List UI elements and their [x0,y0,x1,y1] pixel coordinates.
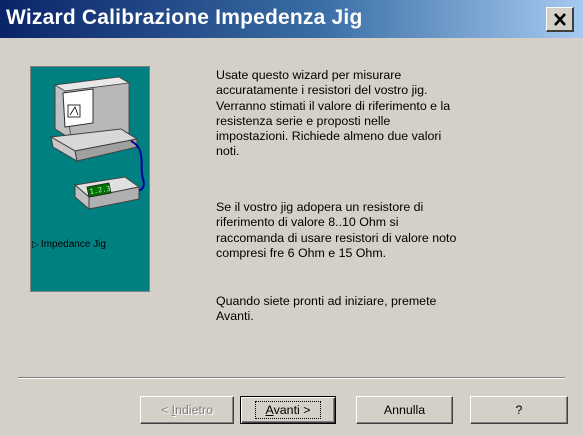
impedance-jig-device-icon: 1.2.3 [73,176,141,211]
resistor-recommendation-paragraph: Se il vostro jig adopera un resistore di… [216,200,486,261]
cancel-button-label: Annulla [383,403,426,417]
impedance-jig-label-text: Impedance Jig [40,239,106,250]
window-title: Wizard Calibrazione Impedenza Jig [6,6,363,29]
text-line: Quando siete pronti ad iniziare, premete [216,294,437,308]
close-icon [553,12,566,26]
wizard-illustration-panel: 1.2.3 ▷ Impedance Jig [30,66,150,292]
text-line: riferimento di valore 8..10 Ohm si [216,215,399,230]
button-separator [18,377,565,379]
help-button-label: ? [515,403,523,417]
impedance-jig-label: ▷ Impedance Jig [32,239,106,250]
triangle-right-icon: ▷ [32,239,39,249]
text-line: Usate questo wizard per misurare [216,68,402,82]
help-button[interactable]: ? [470,396,568,424]
title-bar[interactable]: Wizard Calibrazione Impedenza Jig [0,0,583,38]
text-line: Avanti. [216,309,254,324]
text-line: accuratamente i resistori del vostro jig… [216,83,428,98]
cancel-button[interactable]: Annulla [356,396,453,424]
back-button[interactable]: < Indietro [140,396,234,424]
next-button[interactable]: Avanti > [240,396,336,424]
back-button-label: < Indietro [160,403,214,417]
text-line: resistenza serie e proposti nelle [216,113,391,128]
text-line: Se il vostro jig adopera un resistore di [216,200,424,214]
next-button-label: Avanti > [254,401,322,419]
text-line: raccomanda di usare resistori di valore … [216,230,457,245]
close-button[interactable] [546,7,574,32]
intro-paragraph: Usate questo wizard per misurare accurat… [216,68,486,160]
text-line: noti. [216,144,240,159]
text-line: compresi fre 6 Ohm e 15 Ohm. [216,245,387,260]
ready-paragraph: Quando siete pronti ad iniziare, premete… [216,294,486,325]
text-line: impostazioni. Richiede almeno due valori [216,129,442,144]
text-line: Verranno stimati il valore di riferiment… [216,98,451,113]
